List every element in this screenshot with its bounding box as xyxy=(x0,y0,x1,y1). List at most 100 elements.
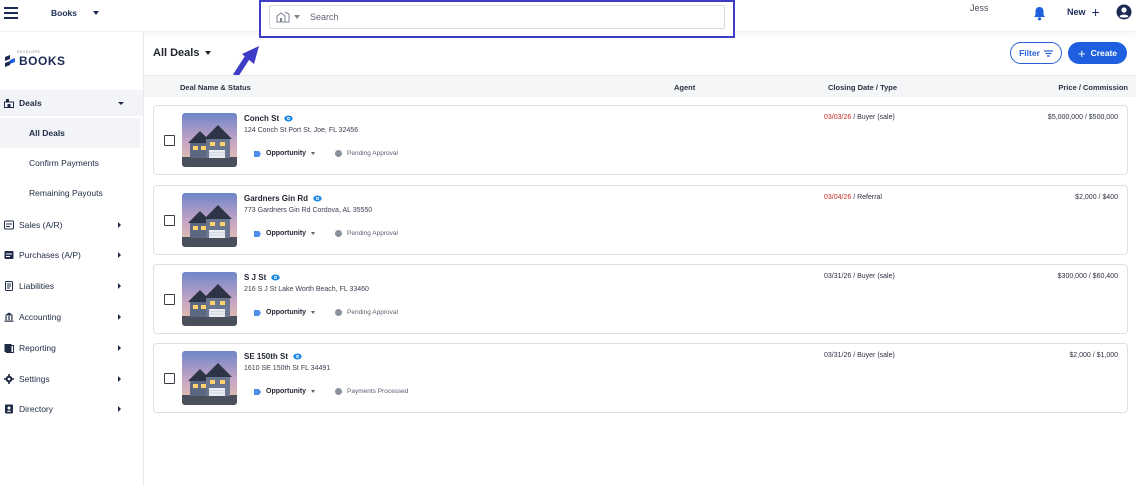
chevron-right-icon xyxy=(118,283,121,289)
deal-row[interactable]: S J St 216 S J St Lake Worth Beach, FL 3… xyxy=(153,264,1128,334)
sidebar-item-accounting[interactable]: Accounting xyxy=(0,304,143,330)
status-badge: Pending Approval xyxy=(335,150,398,157)
deal-name-link[interactable]: S J St xyxy=(244,273,280,282)
deal-name: Conch St xyxy=(244,114,280,123)
column-header-agent: Agent xyxy=(674,83,696,92)
sidebar-item-directory[interactable]: Directory xyxy=(0,396,143,422)
stage-dropdown[interactable]: Opportunity xyxy=(254,309,316,316)
filter-button[interactable]: Filter xyxy=(1010,42,1062,64)
logo-tagline: SKYSLOPE xyxy=(17,50,41,54)
sidebar-item-purchases[interactable]: Purchases (A/P) xyxy=(0,242,143,268)
table-header: Deal Name & Status Agent Closing Date / … xyxy=(144,75,1136,97)
closing-date: 03/31/26 xyxy=(824,273,852,280)
filter-icon xyxy=(1043,49,1053,57)
closing-date: 03/03/26 xyxy=(824,114,852,121)
chevron-right-icon xyxy=(118,345,121,351)
search-scope-chevron-icon[interactable] xyxy=(294,15,300,19)
avatar-icon[interactable] xyxy=(1116,4,1132,20)
sidebar-item-liabilities[interactable]: Liabilities xyxy=(0,273,143,299)
filter-label: Filter xyxy=(1019,48,1040,58)
eye-icon[interactable] xyxy=(293,353,302,360)
sidebar-item-label: Liabilities xyxy=(19,281,54,291)
sidebar-item-sales[interactable]: Sales (A/R) xyxy=(0,212,143,238)
eye-icon[interactable] xyxy=(313,195,322,202)
search-input[interactable] xyxy=(310,12,690,22)
status-badge: Pending Approval xyxy=(335,309,398,316)
sidebar-item-label: Reporting xyxy=(19,343,56,353)
view-selector[interactable]: All Deals xyxy=(153,47,212,59)
eye-icon[interactable] xyxy=(271,274,280,281)
closing-date-type: 03/31/26 / Buyer (sale) xyxy=(824,273,895,280)
sidebar-subitem-confirm-payments[interactable]: Confirm Payments xyxy=(0,148,140,178)
column-header-price: Price / Commission xyxy=(1058,83,1128,92)
logo-word: BOOKS xyxy=(19,54,66,68)
deal-name-link[interactable]: Gardners Gin Rd xyxy=(244,194,322,203)
chevron-down-icon xyxy=(311,232,316,235)
stage-dropdown[interactable]: Opportunity xyxy=(254,388,316,395)
row-checkbox[interactable] xyxy=(164,294,175,305)
stage-label: Opportunity xyxy=(266,388,307,395)
stage-dropdown[interactable]: Opportunity xyxy=(254,230,316,237)
eye-icon[interactable] xyxy=(284,115,293,122)
deal-address: 216 S J St Lake Worth Beach, FL 33460 xyxy=(244,286,369,293)
app-switcher[interactable]: Books xyxy=(51,8,99,18)
gear-icon xyxy=(4,374,14,384)
property-photo xyxy=(182,193,237,247)
deal-row[interactable]: Gardners Gin Rd 773 Gardners Gin Rd Cord… xyxy=(153,185,1128,255)
plus-icon: + xyxy=(1091,3,1100,20)
column-header-closing: Closing Date / Type xyxy=(828,83,898,92)
sidebar-item-settings[interactable]: Settings xyxy=(0,366,143,392)
search-box[interactable] xyxy=(269,5,725,29)
deal-row[interactable]: SE 150th St 1610 SE 150th St FL 34491 Op… xyxy=(153,343,1128,413)
property-icon xyxy=(276,11,290,23)
stage-dropdown[interactable]: Opportunity xyxy=(254,150,316,157)
new-label: New xyxy=(1067,7,1086,17)
status-label: Pending Approval xyxy=(347,150,398,157)
create-button[interactable]: + Create xyxy=(1068,42,1127,64)
status-label: Pending Approval xyxy=(347,309,398,316)
bell-icon[interactable] xyxy=(1033,6,1046,21)
row-checkbox[interactable] xyxy=(164,135,175,146)
sidebar-item-label: Accounting xyxy=(19,312,62,322)
reporting-icon xyxy=(4,344,14,353)
stage-label: Opportunity xyxy=(266,150,307,157)
sidebar-item-label: Sales (A/R) xyxy=(19,220,63,230)
closing-date-type: 03/31/26 / Buyer (sale) xyxy=(824,352,895,359)
status-label: Pending Approval xyxy=(347,230,398,237)
closing-date: 03/31/26 xyxy=(824,352,852,359)
deal-address: 1610 SE 150th St FL 34491 xyxy=(244,365,331,372)
closing-type: / Buyer (sale) xyxy=(851,273,895,280)
column-header-deal: Deal Name & Status xyxy=(180,83,251,92)
deal-name-link[interactable]: Conch St xyxy=(244,114,293,123)
deal-name-link[interactable]: SE 150th St xyxy=(244,352,302,361)
sidebar-item-label: Purchases (A/P) xyxy=(19,250,81,260)
status-badge: Pending Approval xyxy=(335,230,398,237)
chevron-right-icon xyxy=(118,314,121,320)
sidebar-subitem-remaining-payouts[interactable]: Remaining Payouts xyxy=(0,178,140,208)
user-name: Jess xyxy=(970,3,989,13)
status-badge: Payments Processed xyxy=(335,388,408,395)
sidebar-item-reporting[interactable]: Reporting xyxy=(0,335,143,361)
property-photo xyxy=(182,113,237,167)
page-title: All Deals xyxy=(153,47,200,59)
chevron-down-icon xyxy=(311,152,316,155)
menu-icon[interactable] xyxy=(4,7,18,19)
chevron-right-icon xyxy=(118,222,121,228)
deal-row[interactable]: Conch St 124 Conch St Port St. Joe, FL 3… xyxy=(153,105,1128,175)
stage-label: Opportunity xyxy=(266,309,307,316)
sidebar-item-label: Directory xyxy=(19,404,54,414)
price-commission: $2,000 / $400 xyxy=(1075,194,1118,201)
closing-date: 03/04/26 xyxy=(824,194,852,201)
row-checkbox[interactable] xyxy=(164,215,175,226)
deal-name: Gardners Gin Rd xyxy=(244,194,309,203)
status-dot-icon xyxy=(335,388,342,395)
row-checkbox[interactable] xyxy=(164,373,175,384)
property-photo xyxy=(182,272,237,326)
status-dot-icon xyxy=(335,309,342,316)
purchases-icon xyxy=(4,251,14,259)
new-button[interactable]: New + xyxy=(1067,3,1100,20)
sidebar-item-deals[interactable]: Deals xyxy=(0,90,143,116)
sidebar-subitem-all-deals[interactable]: All Deals xyxy=(0,118,140,148)
deal-address: 773 Gardners Gin Rd Cordova, AL 35550 xyxy=(244,207,373,214)
closing-date-type: 03/04/26 / Referral xyxy=(824,194,882,201)
